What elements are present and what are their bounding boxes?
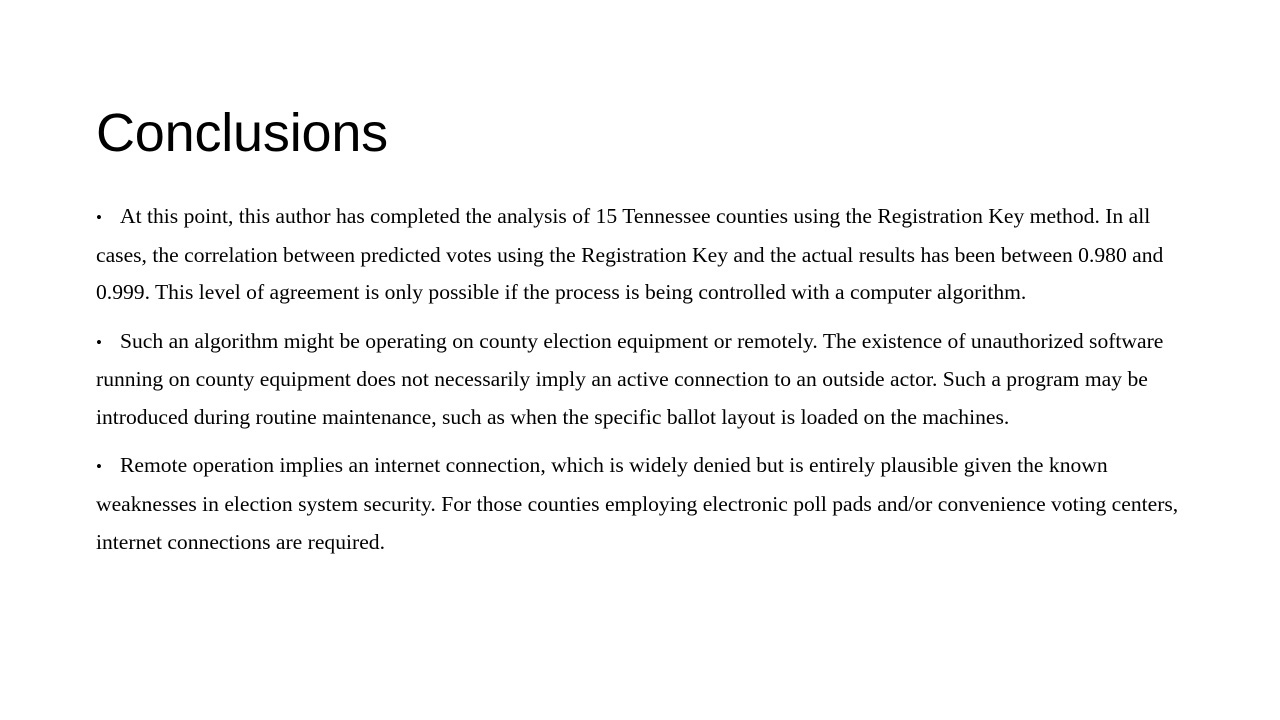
bullet-icon: •	[96, 332, 102, 352]
bullet-icon: •	[96, 457, 102, 477]
list-item: • Such an algorithm might be operating on…	[96, 323, 1188, 437]
list-item-text: Remote operation implies an internet con…	[96, 453, 1179, 554]
list-item: • At this point, this author has complete…	[96, 198, 1188, 312]
bullet-list: • At this point, this author has complete…	[96, 198, 1188, 561]
list-item-text: At this point, this author has completed…	[96, 204, 1164, 305]
page-title: Conclusions	[96, 103, 388, 164]
bullet-icon: •	[96, 208, 102, 227]
list-item: • Remote operation implies an internet co…	[96, 447, 1188, 561]
list-item-text: Such an algorithm might be operating on …	[96, 328, 1164, 430]
presentation-slide: Conclusions • At this point, this author …	[0, 0, 1280, 720]
